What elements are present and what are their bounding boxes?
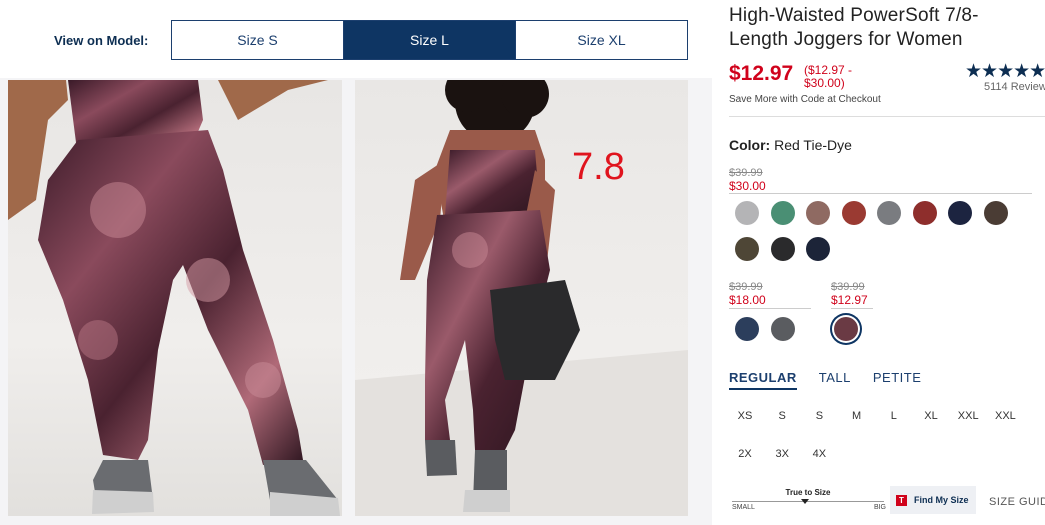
tab-petite[interactable]: PETITE bbox=[873, 370, 922, 390]
sale-price: $18.00 bbox=[729, 293, 766, 307]
sale-price: $12.97 bbox=[831, 293, 868, 307]
original-price: $39.99 bbox=[729, 167, 763, 179]
size-option[interactable]: 2X bbox=[730, 448, 760, 460]
true-to-size-scale: True to Size SMALL BIG bbox=[730, 488, 886, 514]
size-option[interactable]: XL bbox=[916, 410, 946, 422]
find-my-size-button[interactable]: T Find My Size bbox=[890, 486, 976, 514]
sale-price: $30.00 bbox=[729, 179, 766, 193]
price-group-1: $39.99 $30.00 bbox=[729, 167, 766, 193]
color-swatch[interactable] bbox=[948, 201, 972, 225]
color-swatch[interactable] bbox=[771, 317, 795, 341]
color-swatch[interactable] bbox=[735, 317, 759, 341]
find-my-size-icon: T bbox=[896, 494, 907, 506]
fit-scale-big: BIG bbox=[873, 504, 886, 511]
fit-tabs: REGULAR TALL PETITE bbox=[729, 370, 943, 390]
tab-tall[interactable]: TALL bbox=[819, 370, 851, 390]
color-swatch[interactable] bbox=[834, 317, 858, 341]
size-option[interactable]: L bbox=[879, 410, 909, 422]
view-on-model-label: View on Model: bbox=[54, 33, 149, 48]
star-rating-icon[interactable]: ★★★★★ bbox=[965, 60, 1045, 83]
original-price: $39.99 bbox=[729, 281, 763, 293]
fit-scale-title: True to Size bbox=[785, 488, 831, 497]
model-size-l-button[interactable]: Size L bbox=[344, 21, 516, 59]
price-group-3: $39.99 $12.97 bbox=[831, 281, 868, 307]
fit-marker-icon bbox=[801, 499, 809, 504]
size-option[interactable]: 3X bbox=[767, 448, 797, 460]
divider bbox=[729, 308, 811, 309]
product-title: High-Waisted PowerSoft 7/8-Length Jogger… bbox=[729, 5, 979, 50]
overlay-number: 7.8 bbox=[572, 146, 625, 188]
product-photo-back[interactable] bbox=[355, 80, 688, 516]
image-gallery: View on Model: Size S Size L Size XL bbox=[0, 0, 712, 525]
color-heading: Color: Red Tie-Dye bbox=[729, 137, 852, 153]
model-size-toggle: Size S Size L Size XL bbox=[171, 20, 688, 60]
color-swatch[interactable] bbox=[841, 201, 866, 225]
find-my-size-label: Find My Size bbox=[914, 495, 969, 505]
color-swatch[interactable] bbox=[806, 201, 830, 225]
price-range: ($12.97 - $30.00) bbox=[804, 63, 853, 90]
color-value: Red Tie-Dye bbox=[774, 137, 852, 153]
model-size-xl-button[interactable]: Size XL bbox=[516, 21, 687, 59]
tab-regular[interactable]: REGULAR bbox=[729, 370, 797, 390]
size-option[interactable]: 4X bbox=[804, 448, 834, 460]
price-group-2: $39.99 $18.00 bbox=[729, 281, 766, 307]
color-swatch[interactable] bbox=[983, 201, 1008, 225]
save-more-note: Save More with Code at Checkout bbox=[729, 94, 881, 105]
color-swatch[interactable] bbox=[806, 237, 830, 261]
size-option[interactable]: XXL bbox=[990, 410, 1020, 422]
model-size-s-button[interactable]: Size S bbox=[172, 21, 344, 59]
color-swatch[interactable] bbox=[735, 201, 759, 225]
divider bbox=[831, 308, 873, 309]
divider bbox=[729, 193, 1032, 194]
size-option[interactable]: S bbox=[804, 410, 834, 422]
current-price: $12.97 bbox=[729, 62, 794, 85]
product-details-panel: High-Waisted PowerSoft 7/8-Length Jogger… bbox=[712, 0, 1045, 525]
model-size-selector: View on Model: Size S Size L Size XL bbox=[0, 0, 712, 78]
original-price: $39.99 bbox=[831, 281, 865, 293]
review-count-link[interactable]: 5114 Reviews bbox=[984, 81, 1045, 93]
size-option[interactable]: S bbox=[767, 410, 797, 422]
color-swatch[interactable] bbox=[770, 201, 795, 225]
color-swatch[interactable] bbox=[877, 201, 901, 225]
divider bbox=[729, 116, 1045, 117]
size-option[interactable]: XS bbox=[730, 410, 760, 422]
color-label: Color: bbox=[729, 137, 771, 153]
size-option[interactable]: XXL bbox=[953, 410, 983, 422]
size-guide-link[interactable]: SIZE GUIDE bbox=[989, 496, 1045, 508]
fit-scale-small: SMALL bbox=[732, 504, 755, 511]
product-photo-front[interactable] bbox=[8, 80, 342, 516]
color-swatch[interactable] bbox=[770, 237, 795, 261]
color-swatch[interactable] bbox=[735, 237, 759, 261]
size-option[interactable]: M bbox=[842, 410, 872, 422]
product-page: View on Model: Size S Size L Size XL 7.8… bbox=[0, 0, 1045, 525]
color-swatch[interactable] bbox=[912, 201, 937, 225]
